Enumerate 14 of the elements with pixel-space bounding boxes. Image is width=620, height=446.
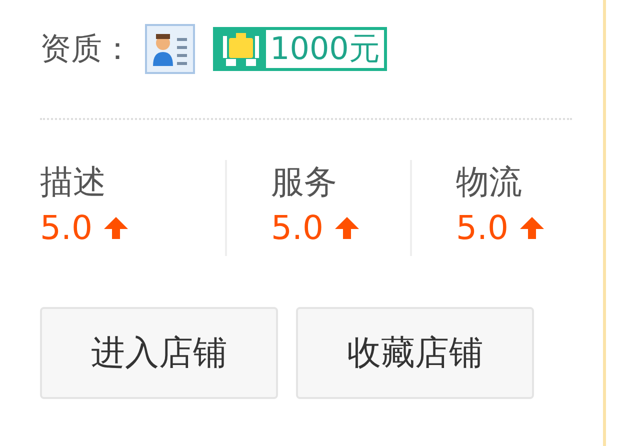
up-arrow-icon [335,217,360,239]
rating-label: 物流 [456,161,522,203]
rating-score: 5.0 [271,208,324,248]
shop-button[interactable]: 进入店铺 [40,307,278,399]
rating-score: 5.0 [456,208,508,248]
up-arrow-icon [520,217,544,239]
rating-score: 5.0 [40,208,92,248]
rating-label: 服务 [271,161,337,203]
rating-label: 描述 [40,161,106,203]
up-arrow-icon [104,217,128,239]
qualification-label: 资质： [40,30,133,69]
shop-button[interactable]: 收藏店铺 [296,307,534,399]
deposit-amount: 1000元 [266,30,384,68]
id-card-icon [145,24,195,74]
